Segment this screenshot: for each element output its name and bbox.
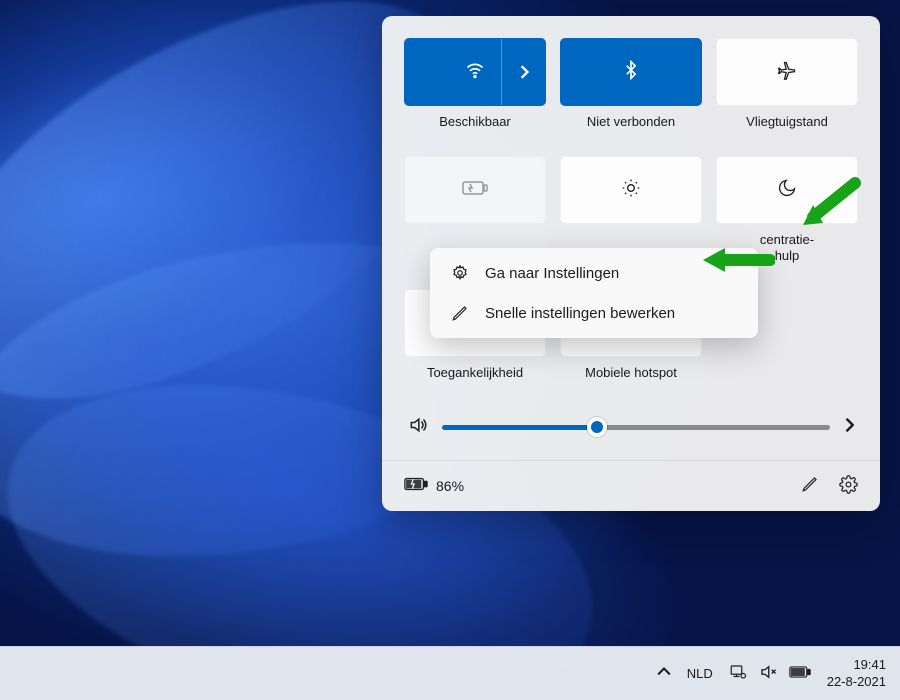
edit-button[interactable] (801, 475, 819, 496)
battery-saver-tile[interactable] (404, 156, 546, 224)
volume-thumb[interactable] (587, 417, 607, 437)
moon-icon (777, 178, 797, 203)
accessibility-label: Toegankelijkheid (427, 365, 523, 383)
clock-area[interactable]: 19:41 22-8-2021 (827, 657, 886, 691)
menu-edit-quick-settings-label: Snelle instellingen bewerken (485, 305, 675, 322)
hotspot-label: Mobiele hotspot (585, 365, 677, 383)
bluetooth-tile[interactable] (560, 38, 702, 106)
menu-go-to-settings-label: Ga naar Instellingen (485, 265, 619, 282)
tray-overflow-chevron[interactable] (657, 665, 671, 682)
volume-expand-chevron[interactable] (844, 417, 854, 438)
menu-edit-quick-settings[interactable]: Snelle instellingen bewerken (435, 293, 753, 333)
pencil-icon (449, 304, 471, 322)
speaker-icon[interactable] (408, 415, 428, 440)
battery-percent-text: 86% (436, 478, 464, 494)
volume-row (408, 415, 854, 440)
panel-footer: 86% (382, 460, 880, 511)
language-indicator[interactable]: NLD (687, 666, 713, 681)
wifi-expand-chevron[interactable] (501, 39, 545, 105)
clock-date: 22-8-2021 (827, 674, 886, 691)
battery-tray-icon (789, 665, 811, 682)
brightness-icon (621, 178, 641, 203)
wifi-icon (465, 60, 485, 85)
bluetooth-label: Niet verbonden (587, 114, 675, 132)
battery-charging-icon (404, 476, 428, 495)
volume-slider[interactable] (442, 425, 830, 430)
annotation-arrow (695, 240, 775, 280)
volume-muted-icon (759, 663, 777, 684)
airplane-icon (777, 60, 797, 85)
airplane-label: Vliegtuigstand (746, 114, 828, 132)
taskbar: NLD 19:41 22-8-2021 (0, 646, 900, 700)
settings-button[interactable] (839, 475, 858, 497)
clock-time: 19:41 (827, 657, 886, 674)
wifi-tile[interactable] (404, 38, 546, 106)
system-tray[interactable] (729, 663, 811, 684)
airplane-tile[interactable] (716, 38, 858, 106)
brightness-tile[interactable] (560, 156, 702, 224)
bluetooth-icon (621, 60, 641, 85)
wifi-label: Beschikbaar (439, 114, 511, 132)
network-icon (729, 663, 747, 684)
gear-icon (449, 264, 471, 282)
quick-settings-panel: Beschikbaar Niet verbonden Vliegtuigstan… (382, 16, 880, 511)
annotation-arrow (795, 175, 865, 235)
quick-settings-grid: Beschikbaar Niet verbonden Vliegtuigstan… (404, 38, 858, 397)
battery-saver-icon (462, 179, 488, 202)
